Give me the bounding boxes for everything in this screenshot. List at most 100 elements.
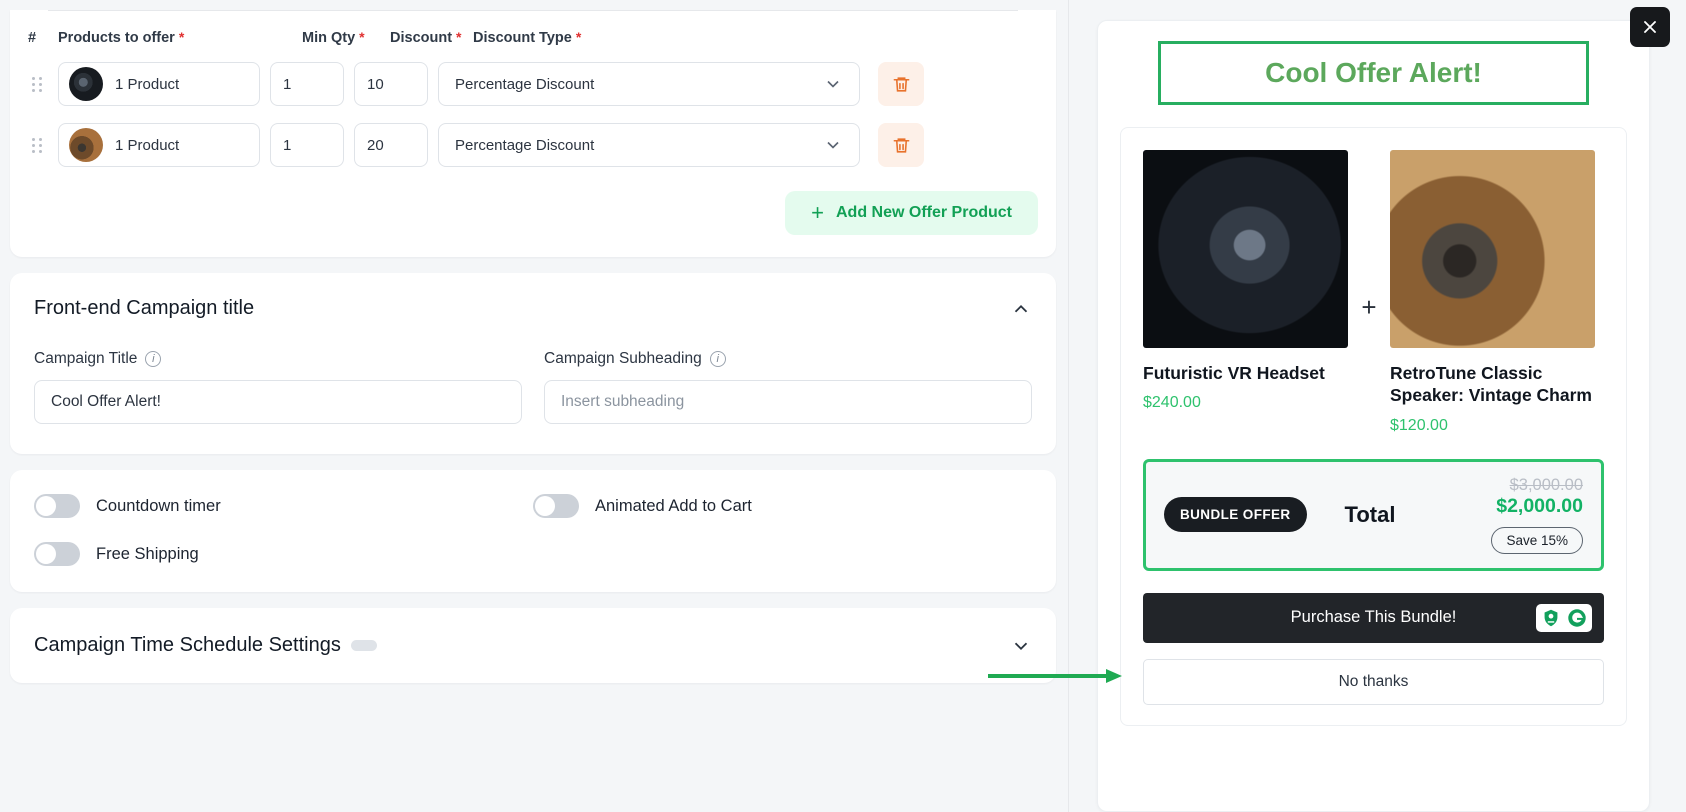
save-badge: Save 15%	[1491, 526, 1583, 554]
col-discount-text: Discount	[390, 30, 453, 46]
campaign-subheading-label-row: Campaign Subheading i	[544, 350, 1032, 368]
col-products-text: Products to offer	[58, 30, 175, 46]
campaign-title-input[interactable]	[34, 380, 522, 424]
product-picker[interactable]: 1 Product	[58, 123, 260, 167]
add-button-label: Add New Offer Product	[835, 204, 1012, 221]
product-name: RetroTune Classic Speaker: Vintage Charm	[1390, 363, 1592, 406]
old-price: $3,000.00	[1509, 475, 1583, 494]
add-row-container: + Add New Offer Product	[28, 191, 1038, 235]
bundle-product-1: Futuristic VR Headset $240.00	[1143, 150, 1348, 412]
col-index-label: #	[28, 29, 37, 46]
product-count-label: 1 Product	[115, 75, 180, 93]
close-icon	[1644, 21, 1656, 33]
required-asterisk: *	[456, 29, 462, 45]
col-discount-label: Discount *	[390, 29, 473, 46]
no-thanks-button[interactable]: No thanks	[1143, 658, 1604, 705]
discount-type-value: Percentage Discount	[455, 136, 595, 154]
info-icon[interactable]: i	[145, 351, 162, 367]
frontend-title-header[interactable]: Front-end Campaign title	[34, 297, 1032, 320]
schedule-heading: Campaign Time Schedule Settings	[34, 634, 341, 656]
delete-row-button[interactable]	[878, 123, 924, 167]
offer-title-box: Cool Offer Alert!	[1158, 41, 1589, 105]
offer-preview-pane: Cool Offer Alert! Futuristic VR Headset …	[1068, 0, 1686, 812]
discount-input[interactable]: 20	[354, 123, 428, 167]
schedule-heading-group: Campaign Time Schedule Settings	[34, 634, 377, 657]
drag-dots	[32, 137, 43, 153]
product-name: Futuristic VR Headset	[1143, 363, 1325, 383]
plus-separator-icon: +	[1361, 292, 1377, 322]
purchase-button-label: Purchase This Bundle!	[1290, 608, 1457, 627]
plus-icon: +	[811, 200, 824, 225]
free-shipping-label: Free Shipping	[96, 544, 199, 563]
offer-product-row: 1 Product 1 10 Percentage Discount	[28, 62, 1038, 106]
col-products-label: Products to offer *	[58, 29, 302, 46]
offer-product-row: 1 Product 1 20 Percentage Discount	[28, 123, 1038, 167]
bundle-offer-badge: BUNDLE OFFER	[1164, 497, 1307, 533]
countdown-timer-switch[interactable]	[34, 494, 80, 518]
trash-icon	[893, 137, 909, 153]
product-count-label: 1 Product	[115, 136, 180, 154]
add-new-offer-product-button[interactable]: + Add New Offer Product	[785, 191, 1038, 235]
col-minqty-label: Min Qty *	[302, 29, 390, 46]
close-preview-button[interactable]	[1630, 7, 1670, 47]
info-icon[interactable]: i	[709, 351, 726, 367]
delete-row-button[interactable]	[878, 62, 924, 106]
frontend-title-heading: Front-end Campaign title	[34, 297, 255, 319]
product-price: $240.00	[1143, 394, 1201, 412]
col-discount-type-label: Discount Type *	[473, 29, 1038, 46]
annotation-arrow-icon	[988, 669, 1122, 683]
campaign-schedule-card[interactable]: Campaign Time Schedule Settings	[10, 608, 1056, 683]
animated-add-to-cart-switch[interactable]	[533, 494, 579, 518]
bundle-product-2: RetroTune Classic Speaker: Vintage Charm…	[1390, 150, 1595, 435]
required-asterisk: *	[359, 29, 365, 45]
vr-headset-thumb	[69, 67, 103, 101]
preview-card: Cool Offer Alert! Futuristic VR Headset …	[1097, 20, 1650, 812]
countdown-timer-label: Countdown timer	[96, 496, 221, 515]
purchase-button-badges	[1536, 603, 1592, 632]
offer-title: Cool Offer Alert!	[1265, 57, 1482, 88]
free-shipping-switch[interactable]	[34, 542, 80, 566]
min-qty-input[interactable]: 1	[270, 123, 344, 167]
toggle-animated-add-to-cart[interactable]: Animated Add to Cart	[533, 494, 1032, 518]
chevron-down-icon	[827, 141, 839, 149]
feature-toggles-card: Countdown timer Animated Add to Cart Fre…	[10, 470, 1056, 592]
bundle-total-box: BUNDLE OFFER Total $3,000.00 $2,000.00 S…	[1143, 458, 1604, 571]
campaign-title-label: Campaign Title	[34, 350, 138, 367]
discount-input[interactable]: 10	[354, 62, 428, 106]
g-logo-icon	[1568, 609, 1586, 627]
min-qty-input[interactable]: 1	[270, 62, 344, 106]
discount-type-select[interactable]: Percentage Discount	[438, 123, 860, 167]
campaign-title-field-group: Campaign Title i	[34, 350, 522, 424]
total-label: Total	[1344, 501, 1396, 527]
offer-products-card: # Products to offer * Min Qty * Discount * …	[10, 10, 1056, 257]
discount-type-select[interactable]: Percentage Discount	[438, 62, 860, 106]
drag-dots	[32, 76, 43, 92]
total-prices: $3,000.00 $2,000.00 Save 15%	[1491, 476, 1583, 554]
toggle-grid: Countdown timer Animated Add to Cart Fre…	[34, 494, 1032, 566]
speaker-thumb	[69, 128, 103, 162]
chevron-down-icon	[827, 80, 839, 88]
discount-type-value: Percentage Discount	[455, 75, 595, 93]
required-asterisk: *	[575, 29, 582, 45]
vr-headset-image	[1143, 150, 1348, 348]
col-minqty-text: Min Qty	[302, 30, 356, 46]
frontend-title-fields: Campaign Title i Campaign Subheading i	[34, 350, 1032, 424]
campaign-subheading-input[interactable]	[544, 380, 1032, 424]
product-picker[interactable]: 1 Product	[58, 62, 260, 106]
toggle-free-shipping[interactable]: Free Shipping	[34, 542, 533, 566]
products-table-header: # Products to offer * Min Qty * Discount * …	[28, 11, 1038, 52]
retro-speaker-image	[1390, 150, 1595, 348]
purchase-bundle-button[interactable]: Purchase This Bundle!	[1143, 592, 1604, 643]
chevron-down-icon[interactable]	[1010, 635, 1032, 657]
campaign-editor-pane: # Products to offer * Min Qty * Discount * …	[0, 0, 1068, 812]
chevron-up-icon[interactable]	[1010, 298, 1032, 320]
bundle-product-row: Futuristic VR Headset $240.00 + RetroTun…	[1143, 150, 1604, 435]
required-asterisk: *	[178, 29, 185, 45]
toggle-countdown-timer[interactable]: Countdown timer	[34, 494, 533, 518]
drag-handle-icon[interactable]	[28, 137, 58, 153]
shield-check-icon	[1544, 609, 1558, 627]
drag-handle-icon[interactable]	[28, 76, 58, 92]
campaign-subheading-field-group: Campaign Subheading i	[544, 350, 1032, 424]
animated-add-to-cart-label: Animated Add to Cart	[595, 496, 752, 515]
col-discount-type-text: Discount Type	[473, 30, 572, 46]
